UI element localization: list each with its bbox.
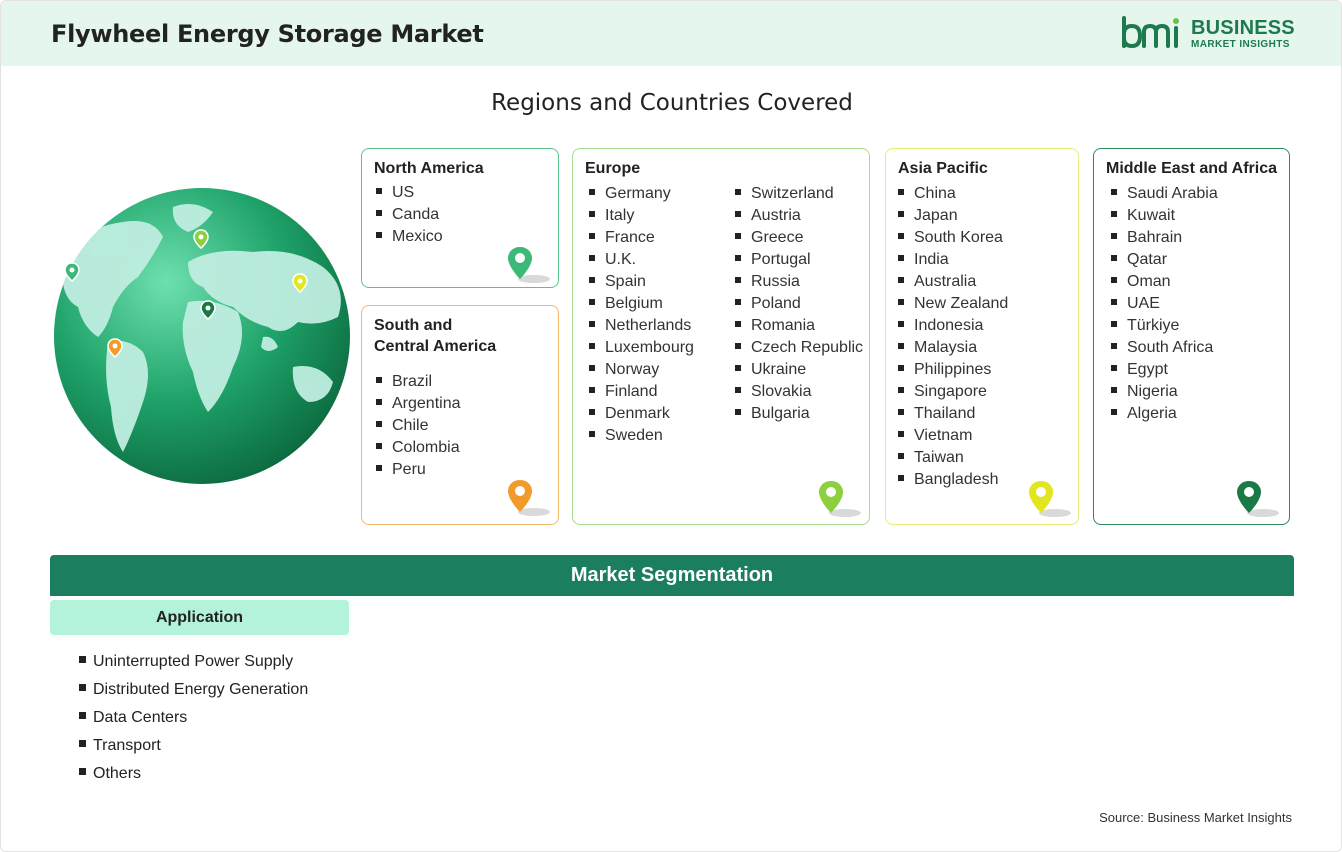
country-item: US bbox=[376, 182, 443, 204]
application-item: Uninterrupted Power Supply bbox=[79, 651, 308, 679]
logo-subtitle: MARKET INSIGHTS bbox=[1191, 39, 1290, 50]
country-item: Vietnam bbox=[898, 425, 1008, 447]
country-item: Peru bbox=[376, 459, 461, 481]
application-list: Uninterrupted Power Supply Distributed E… bbox=[79, 651, 308, 791]
logo-name: BUSINESS bbox=[1191, 17, 1295, 39]
location-pin-icon bbox=[1029, 481, 1071, 517]
country-list-col2: Switzerland Austria Greece Portugal Russ… bbox=[735, 183, 863, 425]
country-item: Nigeria bbox=[1111, 381, 1218, 403]
application-item: Data Centers bbox=[79, 707, 308, 735]
application-tab[interactable]: Application bbox=[50, 600, 349, 635]
country-item: Germany bbox=[589, 183, 694, 205]
country-item: South Korea bbox=[898, 227, 1008, 249]
country-item: Netherlands bbox=[589, 315, 694, 337]
bmi-logo: BUSINESS MARKET INSIGHTS bbox=[1121, 16, 1296, 52]
country-item: South Africa bbox=[1111, 337, 1218, 359]
country-item: Thailand bbox=[898, 403, 1008, 425]
country-item: Portugal bbox=[735, 249, 863, 271]
country-item: Qatar bbox=[1111, 249, 1218, 271]
location-pin-icon bbox=[508, 480, 550, 516]
country-item: Spain bbox=[589, 271, 694, 293]
country-item: Malaysia bbox=[898, 337, 1008, 359]
region-title: South and Central America bbox=[374, 317, 497, 355]
country-item: Sweden bbox=[589, 425, 694, 447]
country-item: Canda bbox=[376, 204, 443, 226]
country-item: Türkiye bbox=[1111, 315, 1218, 337]
globe-illustration bbox=[53, 187, 351, 485]
source-note: Source: Business Market Insights bbox=[1099, 810, 1292, 825]
country-list: Saudi Arabia Kuwait Bahrain Qatar Oman U… bbox=[1111, 183, 1218, 425]
country-item: Switzerland bbox=[735, 183, 863, 205]
country-list: US Canda Mexico bbox=[376, 182, 443, 248]
region-card-middle-east-africa: Middle East and Africa Saudi Arabia Kuwa… bbox=[1093, 148, 1290, 525]
country-item: Saudi Arabia bbox=[1111, 183, 1218, 205]
country-item: Romania bbox=[735, 315, 863, 337]
country-item: Philippines bbox=[898, 359, 1008, 381]
country-item: Finland bbox=[589, 381, 694, 403]
country-item: Czech Republic bbox=[735, 337, 863, 359]
region-title: Asia Pacific bbox=[898, 160, 988, 177]
region-title: Middle East and Africa bbox=[1106, 160, 1277, 177]
region-card-asia-pacific: Asia Pacific China Japan South Korea Ind… bbox=[885, 148, 1079, 525]
region-title: North America bbox=[374, 160, 484, 177]
country-item: UAE bbox=[1111, 293, 1218, 315]
country-item: Italy bbox=[589, 205, 694, 227]
country-item: Bulgaria bbox=[735, 403, 863, 425]
country-list-col1: Germany Italy France U.K. Spain Belgium … bbox=[589, 183, 694, 447]
page-frame: Flywheel Energy Storage Market BUSINESS … bbox=[0, 0, 1342, 852]
country-item: Bangladesh bbox=[898, 469, 1008, 491]
country-item: Belgium bbox=[589, 293, 694, 315]
country-item: Russia bbox=[735, 271, 863, 293]
country-item: Luxembourg bbox=[589, 337, 694, 359]
country-item: Taiwan bbox=[898, 447, 1008, 469]
location-pin-icon bbox=[1237, 481, 1279, 517]
country-item: Colombia bbox=[376, 437, 461, 459]
country-item: Greece bbox=[735, 227, 863, 249]
location-pin-icon bbox=[508, 247, 550, 283]
location-pin-icon bbox=[819, 481, 861, 517]
country-item: Japan bbox=[898, 205, 1008, 227]
country-item: Chile bbox=[376, 415, 461, 437]
header-bar: Flywheel Energy Storage Market BUSINESS … bbox=[1, 1, 1341, 66]
country-item: France bbox=[589, 227, 694, 249]
country-item: Algeria bbox=[1111, 403, 1218, 425]
region-title: Europe bbox=[585, 160, 641, 177]
country-item: Indonesia bbox=[898, 315, 1008, 337]
country-list: Brazil Argentina Chile Colombia Peru bbox=[376, 371, 461, 481]
country-item: China bbox=[898, 183, 1008, 205]
country-item: Ukraine bbox=[735, 359, 863, 381]
application-item: Distributed Energy Generation bbox=[79, 679, 308, 707]
country-list: China Japan South Korea India Australia … bbox=[898, 183, 1008, 491]
country-item: Oman bbox=[1111, 271, 1218, 293]
country-item: India bbox=[898, 249, 1008, 271]
country-item: Denmark bbox=[589, 403, 694, 425]
country-item: Bahrain bbox=[1111, 227, 1218, 249]
country-item: Slovakia bbox=[735, 381, 863, 403]
application-item: Transport bbox=[79, 735, 308, 763]
country-item: Poland bbox=[735, 293, 863, 315]
regions-heading: Regions and Countries Covered bbox=[491, 90, 853, 116]
region-card-south-central-america: South and Central America Brazil Argenti… bbox=[361, 305, 559, 525]
country-item: Austria bbox=[735, 205, 863, 227]
application-item: Others bbox=[79, 763, 308, 791]
page-title: Flywheel Energy Storage Market bbox=[51, 20, 484, 48]
country-item: Mexico bbox=[376, 226, 443, 248]
country-item: Singapore bbox=[898, 381, 1008, 403]
region-card-europe: Europe Germany Italy France U.K. Spain B… bbox=[572, 148, 870, 525]
region-card-north-america: North America US Canda Mexico bbox=[361, 148, 559, 288]
country-item: New Zealand bbox=[898, 293, 1008, 315]
country-item: Australia bbox=[898, 271, 1008, 293]
market-segmentation-header: Market Segmentation bbox=[50, 555, 1294, 596]
bmi-logo-mark bbox=[1122, 16, 1179, 49]
country-item: Egypt bbox=[1111, 359, 1218, 381]
country-item: U.K. bbox=[589, 249, 694, 271]
country-item: Kuwait bbox=[1111, 205, 1218, 227]
country-item: Argentina bbox=[376, 393, 461, 415]
country-item: Brazil bbox=[376, 371, 461, 393]
country-item: Norway bbox=[589, 359, 694, 381]
